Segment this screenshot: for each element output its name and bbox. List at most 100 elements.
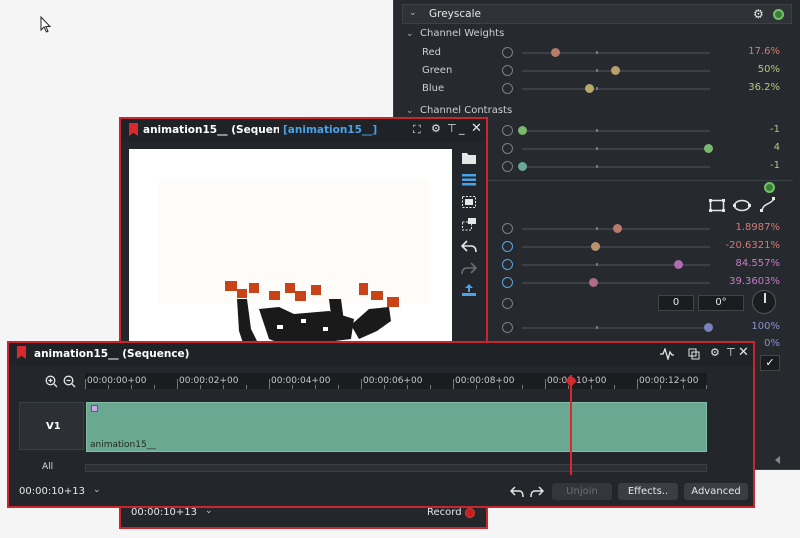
channel-weight-red-slider-handle[interactable] [551,48,561,57]
effect-enabled-toggle[interactable] [773,9,784,20]
reset-icon[interactable] [502,241,513,252]
playhead[interactable] [570,375,572,475]
channel-weight-blue-slider[interactable] [522,84,710,93]
close-icon[interactable]: ✕ [738,346,749,359]
transform-param-slider-handle[interactable] [588,278,598,287]
reset-icon[interactable] [502,161,513,172]
undo-icon[interactable] [510,485,524,498]
angle-field-a[interactable]: 0 [658,295,694,311]
transform-param-slider-handle[interactable] [590,242,600,251]
ruler-tick [361,379,362,389]
chevron-down-icon[interactable]: ⌄ [93,485,101,495]
viewer-timecode[interactable]: 00:00:10+13 [131,507,197,518]
video-clip[interactable]: animation15__ [86,402,707,452]
export-icon[interactable] [461,283,477,297]
angle-field-b[interactable]: 0° [698,295,744,311]
transform-param-slider-handle[interactable] [612,224,622,233]
ruler-label: 00:00:02+00 [179,376,239,386]
channel-contrasts-section[interactable]: ⌄ Channel Contrasts [406,105,512,116]
channel-contrast-slider-handle[interactable] [518,162,527,171]
transform-param-slider[interactable] [522,224,710,233]
reset-icon[interactable] [502,143,513,154]
ellipse-shape-icon[interactable] [733,199,751,212]
reset-icon[interactable] [502,83,513,94]
chevron-down-icon: ⌄ [406,29,414,39]
channel-weight-blue-slider-handle[interactable] [584,84,594,93]
redo-icon[interactable] [461,261,477,275]
rectangle-shape-icon[interactable] [709,199,725,212]
pin-icon[interactable]: ⊤ [447,123,457,135]
opacity-value: 100% [751,321,780,332]
curve-shape-icon[interactable] [760,197,776,213]
crop-select-icon[interactable] [461,217,477,231]
reset-icon[interactable] [502,298,513,309]
gear-icon[interactable]: ⚙ [431,123,441,135]
timeline-window: animation15__ (Sequence) ⚙ ⊤ ✕ 00:00:00+… [7,341,755,508]
transform-param-slider[interactable] [522,260,710,269]
transform-param-slider-handle[interactable] [674,260,684,269]
ruler-label: 00:00:08+00 [455,376,515,386]
ruler-tick [545,379,546,389]
unjoin-button[interactable]: Unjoin [552,483,612,500]
zoom-out-icon[interactable] [63,375,76,388]
channel-contrast-slider[interactable] [518,126,710,135]
list-icon[interactable] [461,173,477,187]
channel-weight-green-slider-handle[interactable] [611,66,620,75]
channel-contrast-slider[interactable] [522,144,713,153]
channel-weights-section[interactable]: ⌄ Channel Weights [406,28,504,39]
reset-icon[interactable] [502,223,513,234]
transform-enabled-toggle[interactable] [764,182,775,193]
ruler-label: 00:00:12+00 [639,376,699,386]
chevron-down-icon[interactable]: ⌄ [409,8,417,18]
reset-icon[interactable] [502,125,513,136]
copy-icon[interactable] [688,348,700,360]
scroll-left-arrow-icon[interactable] [775,456,780,464]
effects-button[interactable]: Effects.. [618,483,678,500]
gear-icon[interactable]: ⚙ [710,347,720,359]
undo-icon[interactable] [461,239,477,253]
overview-bar[interactable] [85,464,707,472]
channel-weight-blue-value: 36.2% [748,82,780,93]
viewer-title: animation15__ (Sequence [143,124,279,136]
folder-icon[interactable] [461,151,477,165]
fullscreen-icon[interactable]: ⛶ [413,124,421,136]
reset-icon[interactable] [502,277,513,288]
close-icon[interactable]: ✕ [471,122,482,135]
timeline-timecode[interactable]: 00:00:10+13 [19,486,85,497]
advanced-button[interactable]: Advanced [684,483,748,500]
minimize-icon[interactable]: _ [459,123,465,135]
redo-icon[interactable] [530,485,544,498]
channel-weight-green-slider[interactable] [522,66,710,75]
waveform-icon[interactable] [660,348,674,360]
transform-param-slider[interactable] [522,242,710,251]
channel-weight-red-slider[interactable] [522,48,710,57]
transform-param-slider[interactable] [522,278,710,287]
apply-checkmark-button[interactable]: ✓ [760,355,780,371]
reset-icon[interactable] [502,47,513,58]
bookmark-icon [129,123,138,136]
rotation-dial[interactable] [752,290,776,314]
record-button[interactable] [465,508,475,518]
gear-icon[interactable]: ⚙ [753,7,764,21]
timeline-titlebar[interactable]: animation15__ (Sequence) ⚙ ⊤ ✕ [9,343,753,365]
effect-header-greyscale[interactable]: ⌄ Greyscale ⚙ [402,4,792,24]
ruler-label: 00:00:10+00 [547,376,607,386]
viewer-title-link[interactable]: [animation15__] [283,124,377,136]
ruler-label: 00:00:06+00 [363,376,423,386]
clip-marker[interactable] [91,405,98,412]
reset-icon[interactable] [502,322,513,333]
select-region-icon[interactable] [461,195,477,209]
channel-contrast-slider-handle[interactable] [518,126,527,135]
reset-icon[interactable] [502,65,513,76]
all-tracks-label: All [42,462,54,472]
channel-contrast-slider[interactable] [518,162,710,171]
time-ruler[interactable]: 00:00:00+00 00:00:02+00 00:00:04+00 00:00:0… [85,373,707,389]
track-header-v1[interactable]: V1 [19,402,84,450]
zoom-in-icon[interactable] [45,375,58,388]
opacity-slider[interactable] [522,323,713,332]
viewer-titlebar[interactable]: animation15__ (Sequence [animation15__] … [121,119,486,141]
ruler-label: 00:00:00+00 [87,376,147,386]
reset-icon[interactable] [502,259,513,270]
pin-icon[interactable]: ⊤ [726,347,736,359]
preview-canvas[interactable] [129,149,452,349]
